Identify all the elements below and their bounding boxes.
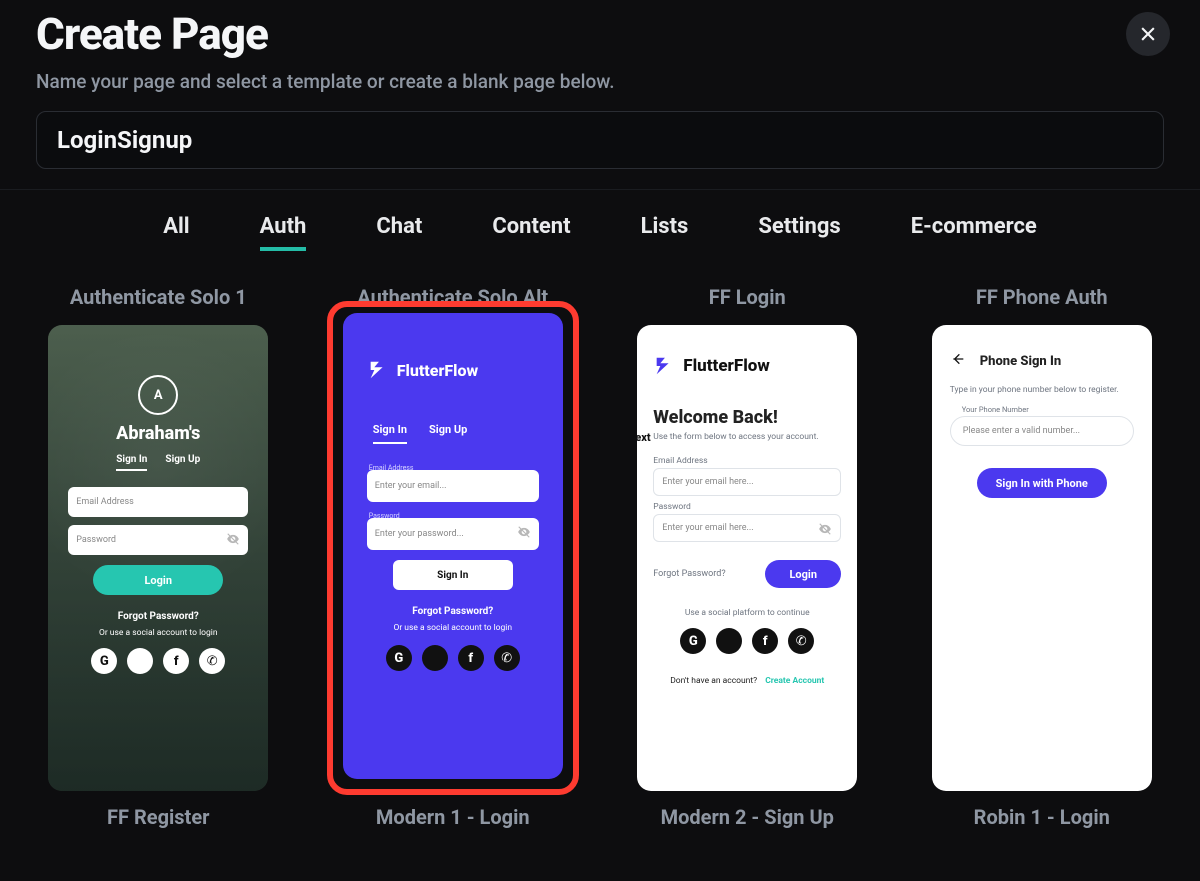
social-buttons: G f ✆ [653, 628, 841, 654]
welcome-heading: Welcome Back! [653, 407, 841, 428]
social-hint: Or use a social account to login [367, 623, 539, 633]
auth-tabs: Sign In Sign Up [68, 454, 248, 471]
password-field: Enter your email here... [653, 514, 841, 542]
forgot-password-link: Forgot Password? [367, 606, 539, 617]
logo-circle: A [138, 375, 178, 415]
brand: FlutterFlow [367, 359, 539, 381]
close-button[interactable] [1126, 12, 1170, 56]
template-authenticate-solo-alt[interactable]: Authenticate Solo Alt FlutterFlow Sign I… [313, 267, 594, 795]
password-label: Password [653, 502, 841, 512]
social-hint: Use a social platform to continue [653, 608, 841, 618]
social-hint: Or use a social account to login [68, 628, 248, 638]
template-title: Authenticate Solo 1 [70, 285, 247, 309]
app-name: Abraham's [68, 423, 248, 444]
eye-icon [226, 532, 240, 549]
tab-lists[interactable]: Lists [641, 214, 689, 249]
template-ff-phone-auth[interactable]: FF Phone Auth Phone Sign In Type in your… [902, 267, 1183, 795]
apple-icon [716, 628, 742, 654]
email-label: Email Address [653, 456, 841, 466]
dialog-subtitle: Name your page and select a template or … [36, 70, 1164, 93]
template-ff-login[interactable]: FF Login ext FlutterFlow Welcome Back! U… [607, 267, 888, 795]
tab-signin: Sign In [116, 454, 147, 471]
overflow-text: ext [637, 431, 650, 444]
dialog-header: Create Page Name your page and select a … [0, 0, 1200, 189]
eye-icon [517, 525, 531, 542]
create-account-link: Create Account [765, 676, 824, 686]
template-title: Modern 2 - Sign Up [607, 805, 888, 829]
template-title: Robin 1 - Login [902, 805, 1183, 829]
tab-ecommerce[interactable]: E-commerce [911, 214, 1037, 249]
phone-hint: Type in your phone number below to regis… [950, 385, 1134, 395]
template-preview: ext FlutterFlow Welcome Back! Use the fo… [637, 325, 857, 791]
email-field: Email Address [68, 487, 248, 517]
email-field: Enter your email... [367, 470, 539, 502]
forgot-password-link: Forgot Password? [68, 611, 248, 622]
dialog-title: Create Page [36, 8, 1164, 60]
tab-signin: Sign In [373, 423, 407, 444]
auth-tabs: Sign In Sign Up [373, 423, 539, 444]
signin-button: Sign In [393, 560, 513, 590]
back-arrow-icon [950, 351, 966, 371]
tab-settings[interactable]: Settings [758, 214, 840, 249]
social-buttons: G f ✆ [367, 645, 539, 671]
phone-label: Your Phone Number [962, 405, 1134, 414]
facebook-icon: f [163, 648, 189, 674]
signin-phone-button: Sign In with Phone [977, 468, 1107, 498]
flutterflow-icon [367, 359, 389, 381]
password-field: Enter your password... [367, 518, 539, 550]
phone-icon: ✆ [788, 628, 814, 654]
close-icon [1138, 24, 1158, 44]
template-preview: A Abraham's Sign In Sign Up Email Addres… [48, 325, 268, 791]
apple-icon [127, 648, 153, 674]
tab-chat[interactable]: Chat [376, 214, 422, 249]
welcome-hint: Use the form below to access your accoun… [653, 432, 841, 442]
google-icon: G [680, 628, 706, 654]
tab-content[interactable]: Content [492, 214, 570, 249]
template-preview: FlutterFlow Sign In Sign Up Email Addres… [343, 313, 563, 779]
template-title: Modern 1 - Login [313, 805, 594, 829]
phone-icon: ✆ [199, 648, 225, 674]
page-name-input[interactable] [36, 111, 1164, 169]
template-grid: Authenticate Solo 1 A Abraham's Sign In … [0, 261, 1200, 795]
facebook-icon: f [458, 645, 484, 671]
forgot-password-link: Forgot Password? [653, 569, 725, 579]
template-preview: Phone Sign In Type in your phone number … [932, 325, 1152, 791]
eye-icon [818, 522, 832, 539]
tab-all[interactable]: All [163, 214, 189, 249]
tab-auth[interactable]: Auth [260, 214, 307, 249]
email-field: Enter your email here... [653, 468, 841, 496]
phone-signin-heading: Phone Sign In [980, 354, 1061, 369]
tab-signup: Sign Up [429, 423, 467, 444]
google-icon: G [91, 648, 117, 674]
social-buttons: G f ✆ [68, 648, 248, 674]
brand: FlutterFlow [653, 355, 841, 377]
template-title: FF Register [18, 805, 299, 829]
tab-signup: Sign Up [165, 454, 200, 471]
template-title: FF Phone Auth [976, 285, 1108, 309]
password-field: Password [68, 525, 248, 555]
phone-field: Please enter a valid number... [950, 416, 1134, 446]
login-button: Login [765, 560, 841, 588]
flutterflow-icon [653, 355, 675, 377]
template-authenticate-solo-1[interactable]: Authenticate Solo 1 A Abraham's Sign In … [18, 267, 299, 795]
phone-icon: ✆ [494, 645, 520, 671]
google-icon: G [386, 645, 412, 671]
create-page-dialog: Create Page Name your page and select a … [0, 0, 1200, 881]
template-category-tabs: All Auth Chat Content Lists Settings E-c… [0, 190, 1200, 261]
template-title: FF Login [709, 285, 786, 309]
facebook-icon: f [752, 628, 778, 654]
next-row-titles: FF Register Modern 1 - Login Modern 2 - … [0, 795, 1200, 829]
apple-icon [422, 645, 448, 671]
no-account-text: Don't have an account? [670, 676, 757, 686]
login-button: Login [93, 565, 223, 595]
